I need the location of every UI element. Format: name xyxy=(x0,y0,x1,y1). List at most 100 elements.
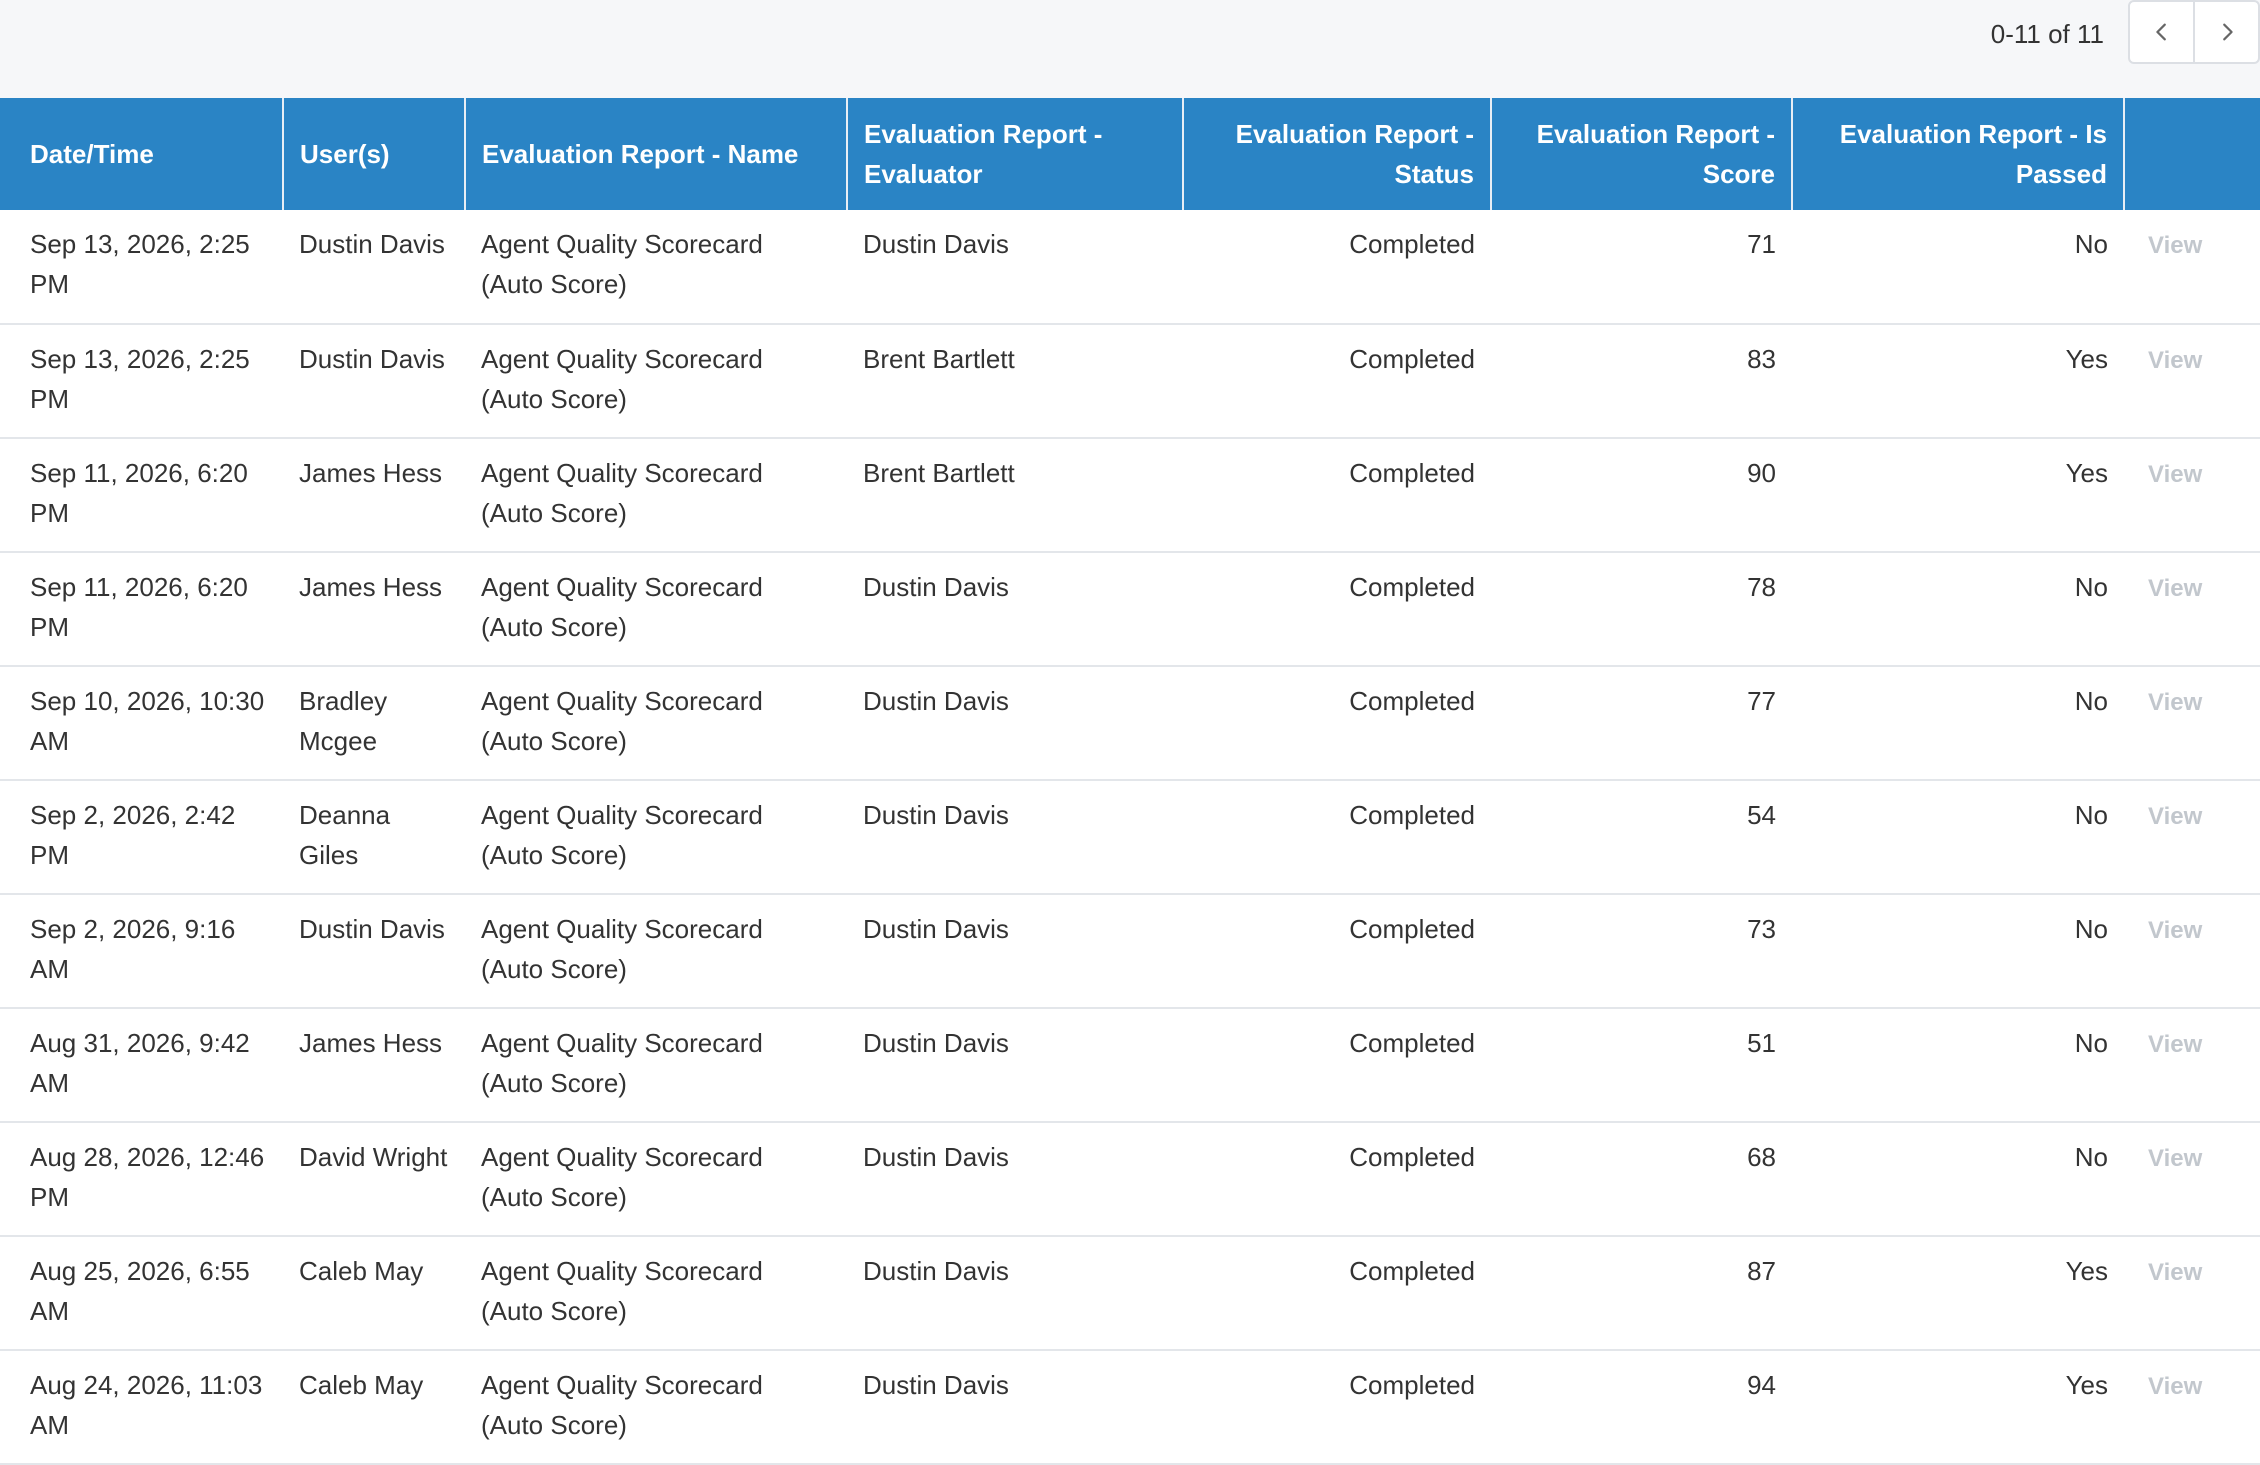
cell-report-name: Agent Quality Scorecard (Auto Score) xyxy=(465,324,847,439)
view-link[interactable]: View xyxy=(2148,803,2202,830)
cell-report-name: Agent Quality Scorecard (Auto Score) xyxy=(465,552,847,667)
cell-is-passed: Yes xyxy=(1792,438,2124,553)
table-header: Date/Time User(s) Evaluation Report - Na… xyxy=(0,98,2260,210)
cell-user: James Hess xyxy=(283,552,465,667)
cell-evaluator: Dustin Davis xyxy=(847,894,1183,1009)
column-header-datetime[interactable]: Date/Time xyxy=(0,98,284,210)
cell-is-passed: Yes xyxy=(1792,1350,2124,1465)
cell-score: 68 xyxy=(1491,1122,1792,1237)
table-row[interactable]: Sep 2, 2026, 9:16 AM Dustin Davis Agent Qu… xyxy=(0,894,2260,1009)
column-header-is-passed[interactable]: Evaluation Report - Is Passed xyxy=(1792,98,2125,210)
cell-user: James Hess xyxy=(283,438,465,553)
view-link[interactable]: View xyxy=(2148,461,2202,488)
cell-is-passed: No xyxy=(1792,1122,2124,1237)
cell-status: Completed xyxy=(1183,1236,1491,1351)
cell-user: Dustin Davis xyxy=(283,210,465,325)
cell-status: Completed xyxy=(1183,1008,1491,1123)
cell-datetime: Sep 13, 2026, 2:25 PM xyxy=(0,324,283,439)
cell-status: Completed xyxy=(1183,780,1491,895)
pagination-bar: 0-11 of 11 xyxy=(0,0,2260,98)
view-link[interactable]: View xyxy=(2148,232,2202,259)
view-link[interactable]: View xyxy=(2148,347,2202,374)
cell-user: Dustin Davis xyxy=(283,324,465,439)
cell-actions: View xyxy=(2124,1008,2260,1123)
cell-report-name: Agent Quality Scorecard (Auto Score) xyxy=(465,1008,847,1123)
view-link[interactable]: View xyxy=(2148,575,2202,602)
cell-actions: View xyxy=(2124,210,2260,325)
cell-user: Deanna Giles xyxy=(283,780,465,895)
view-link[interactable]: View xyxy=(2148,917,2202,944)
previous-page-button[interactable] xyxy=(2130,2,2193,62)
table-row[interactable]: Aug 31, 2026, 9:42 AM James Hess Agent Qua… xyxy=(0,1008,2260,1123)
column-header-status[interactable]: Evaluation Report - Status xyxy=(1183,98,1492,210)
table-row[interactable]: Sep 13, 2026, 2:25 PM Dustin Davis Agent Q… xyxy=(0,324,2260,439)
cell-score: 71 xyxy=(1491,210,1792,325)
chevron-left-icon xyxy=(2155,23,2166,41)
table-row[interactable]: Sep 10, 2026, 10:30 AM Bradley Mcgee Agent… xyxy=(0,666,2260,781)
cell-report-name: Agent Quality Scorecard (Auto Score) xyxy=(465,666,847,781)
column-header-actions xyxy=(2124,98,2260,210)
view-link[interactable]: View xyxy=(2148,1259,2202,1286)
cell-datetime: Sep 11, 2026, 6:20 PM xyxy=(0,438,283,553)
cell-evaluator: Dustin Davis xyxy=(847,552,1183,667)
cell-user: David Wright xyxy=(283,1122,465,1237)
cell-evaluator: Brent Bartlett xyxy=(847,324,1183,439)
cell-report-name: Agent Quality Scorecard (Auto Score) xyxy=(465,1122,847,1237)
table-row[interactable]: Sep 13, 2026, 2:25 PM Dustin Davis Agent Q… xyxy=(0,210,2260,325)
chevron-right-icon xyxy=(2222,23,2233,41)
cell-evaluator: Dustin Davis xyxy=(847,780,1183,895)
cell-evaluator: Dustin Davis xyxy=(847,1008,1183,1123)
view-link[interactable]: View xyxy=(2148,1031,2202,1058)
cell-score: 73 xyxy=(1491,894,1792,1009)
cell-report-name: Agent Quality Scorecard (Auto Score) xyxy=(465,1236,847,1351)
cell-is-passed: Yes xyxy=(1792,1236,2124,1351)
cell-actions: View xyxy=(2124,894,2260,1009)
cell-report-name: Agent Quality Scorecard (Auto Score) xyxy=(465,894,847,1009)
cell-status: Completed xyxy=(1183,894,1491,1009)
table-row[interactable]: Sep 2, 2026, 2:42 PM Deanna Giles Agent Qu… xyxy=(0,780,2260,895)
pagination-controls xyxy=(2128,0,2260,64)
cell-user: Caleb May xyxy=(283,1350,465,1465)
column-header-score[interactable]: Evaluation Report - Score xyxy=(1491,98,1793,210)
table-row[interactable]: Aug 28, 2026, 12:46 PM David Wright Agent … xyxy=(0,1122,2260,1237)
cell-user: Dustin Davis xyxy=(283,894,465,1009)
cell-is-passed: Yes xyxy=(1792,324,2124,439)
column-header-report-name[interactable]: Evaluation Report - Name xyxy=(465,98,848,210)
cell-report-name: Agent Quality Scorecard (Auto Score) xyxy=(465,438,847,553)
cell-user: James Hess xyxy=(283,1008,465,1123)
table-row[interactable]: Sep 11, 2026, 6:20 PM James Hess Agent Qua… xyxy=(0,552,2260,667)
cell-status: Completed xyxy=(1183,324,1491,439)
table-row[interactable]: Aug 25, 2026, 6:55 AM Caleb May Agent Qual… xyxy=(0,1236,2260,1351)
cell-is-passed: No xyxy=(1792,1008,2124,1123)
cell-actions: View xyxy=(2124,666,2260,781)
evaluation-reports-table: Date/Time User(s) Evaluation Report - Na… xyxy=(0,98,2260,1465)
cell-datetime: Aug 31, 2026, 9:42 AM xyxy=(0,1008,283,1123)
cell-score: 87 xyxy=(1491,1236,1792,1351)
cell-report-name: Agent Quality Scorecard (Auto Score) xyxy=(465,1350,847,1465)
table-row[interactable]: Aug 24, 2026, 11:03 AM Caleb May Agent Qua… xyxy=(0,1350,2260,1465)
cell-evaluator: Brent Bartlett xyxy=(847,438,1183,553)
cell-is-passed: No xyxy=(1792,894,2124,1009)
cell-datetime: Sep 2, 2026, 9:16 AM xyxy=(0,894,283,1009)
table-body: Sep 13, 2026, 2:25 PM Dustin Davis Agent Q… xyxy=(0,210,2260,1465)
cell-status: Completed xyxy=(1183,1122,1491,1237)
pagination-range: 0-11 of 11 xyxy=(1990,19,2104,49)
cell-datetime: Sep 13, 2026, 2:25 PM xyxy=(0,210,283,325)
cell-datetime: Sep 2, 2026, 2:42 PM xyxy=(0,780,283,895)
cell-is-passed: No xyxy=(1792,210,2124,325)
cell-score: 51 xyxy=(1491,1008,1792,1123)
cell-actions: View xyxy=(2124,438,2260,553)
column-header-users[interactable]: User(s) xyxy=(283,98,466,210)
cell-datetime: Sep 11, 2026, 6:20 PM xyxy=(0,552,283,667)
view-link[interactable]: View xyxy=(2148,1145,2202,1172)
column-header-evaluator[interactable]: Evaluation Report - Evaluator xyxy=(847,98,1184,210)
cell-actions: View xyxy=(2124,324,2260,439)
cell-score: 77 xyxy=(1491,666,1792,781)
view-link[interactable]: View xyxy=(2148,689,2202,716)
view-link[interactable]: View xyxy=(2148,1373,2202,1400)
table-row[interactable]: Sep 11, 2026, 6:20 PM James Hess Agent Qua… xyxy=(0,438,2260,553)
cell-datetime: Aug 24, 2026, 11:03 AM xyxy=(0,1350,283,1465)
next-page-button[interactable] xyxy=(2193,2,2258,62)
cell-score: 83 xyxy=(1491,324,1792,439)
cell-is-passed: No xyxy=(1792,552,2124,667)
